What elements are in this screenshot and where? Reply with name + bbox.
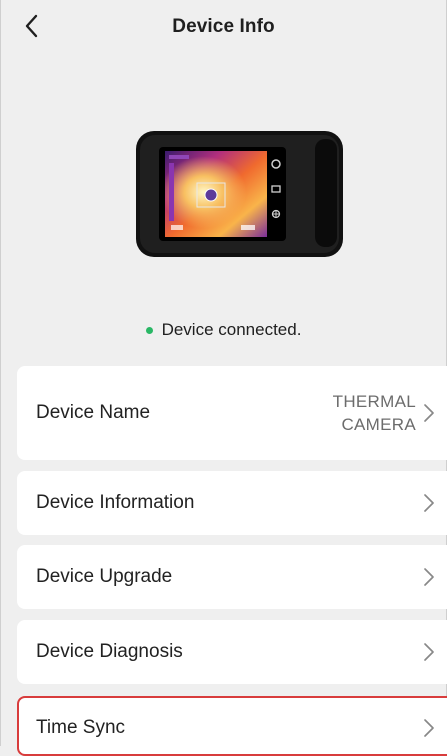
- header-bar: Device Info: [1, 0, 446, 60]
- thermal-camera-image: [136, 131, 343, 257]
- device-upgrade-item[interactable]: Device Upgrade: [17, 545, 447, 609]
- connection-status-text: Device connected.: [161, 320, 302, 339]
- device-diagnosis-label: Device Diagnosis: [36, 641, 183, 662]
- device-information-item[interactable]: Device Information: [17, 471, 447, 535]
- chevron-right-icon: [424, 643, 434, 661]
- device-name-value-line-2: CAMERA: [341, 415, 416, 434]
- time-sync-item[interactable]: Time Sync: [17, 696, 447, 756]
- device-name-item[interactable]: Device Name THERMAL CAMERA: [17, 366, 447, 460]
- time-sync-label: Time Sync: [36, 717, 126, 738]
- device-information-label: Device Information: [36, 492, 195, 513]
- device-upgrade-label: Device Upgrade: [36, 566, 173, 587]
- device-name-label: Device Name: [36, 402, 151, 423]
- chevron-right-icon: [424, 404, 434, 422]
- device-name-value: THERMAL CAMERA: [333, 390, 416, 436]
- chevron-right-icon: [424, 568, 434, 586]
- status-dot-icon: [145, 326, 153, 334]
- chevron-right-icon: [424, 494, 434, 512]
- page-title: Device Info: [172, 16, 275, 37]
- device-name-value-line-1: THERMAL: [332, 392, 416, 411]
- connection-status: Device connected.: [1, 320, 446, 340]
- chevron-right-icon: [424, 719, 434, 737]
- device-info-screen: Device Info Device connected. Device Nam…: [0, 0, 447, 756]
- device-diagnosis-item[interactable]: Device Diagnosis: [17, 620, 447, 684]
